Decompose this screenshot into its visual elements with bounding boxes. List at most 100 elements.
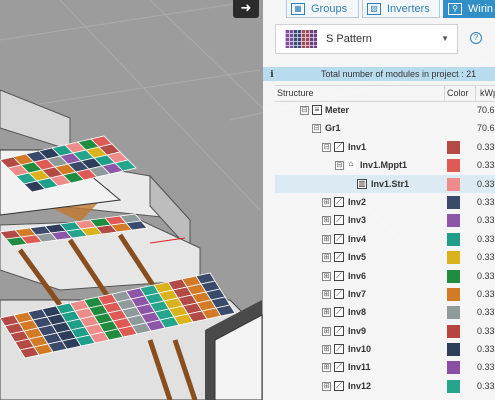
kwp-value: 0.33 — [477, 160, 495, 171]
color-swatch[interactable] — [447, 251, 460, 265]
collapse-icon[interactable]: ⊟ — [300, 106, 309, 115]
tree-label: Inv9 — [348, 325, 367, 336]
collapse-icon[interactable]: ⊟ — [322, 142, 331, 152]
kwp-value: 0.33 — [477, 178, 495, 189]
caret-down-icon: ▼ — [441, 34, 449, 43]
tree-row-string[interactable]: ▥ Inv1.Str1 0.33 — [275, 174, 495, 193]
collapse-icon[interactable]: ⊟ — [335, 161, 344, 171]
column-header-color[interactable]: Color — [447, 86, 469, 100]
tree-row-group[interactable]: ⊟ Gr1 70.6 — [275, 119, 495, 137]
collapse-icon[interactable]: ⊟ — [312, 124, 321, 134]
expand-icon[interactable]: ⊞ — [322, 289, 331, 299]
color-swatch[interactable] — [447, 177, 460, 191]
tree-row-inverter[interactable]: ⊞ ⟋ Inv4 0.33 — [275, 230, 495, 248]
kwp-value: 70.6 — [477, 105, 495, 115]
tree-row-mppt[interactable]: ⊟ ⌂ Inv1.Mppt1 0.33 — [275, 156, 495, 174]
kwp-value: 0.33 — [477, 141, 495, 152]
tree-row-inverter[interactable]: ⊞ ⟋ Inv12 0.33 — [275, 377, 495, 395]
tree-label: Inv7 — [348, 288, 367, 299]
color-swatch[interactable] — [447, 232, 460, 246]
expand-icon[interactable]: ⊞ — [322, 234, 331, 244]
tab-wiring[interactable]: ⚲ Wirin — [443, 0, 495, 18]
string-icon: ▥ — [357, 178, 367, 189]
panel-toggle-arrow-icon[interactable]: ➜ — [233, 0, 259, 18]
inverter-icon: ▨ — [367, 3, 381, 16]
info-icon: i — [270, 70, 274, 80]
kwp-value: 0.33 — [477, 233, 495, 244]
column-divider — [475, 86, 476, 101]
inverter-icon: ⟋ — [334, 270, 344, 281]
tree-label: Inv1.Str1 — [371, 178, 410, 189]
groups-icon: ▦ — [291, 3, 305, 16]
tree-label: Inv12 — [348, 380, 372, 391]
tree-label: Inv8 — [348, 307, 367, 318]
mppt-icon: ⌂ — [346, 160, 356, 171]
expand-icon[interactable]: ⊞ — [322, 363, 331, 373]
tree-label: Inv4 — [348, 233, 367, 244]
inverter-icon: ⟋ — [334, 233, 344, 244]
expand-icon[interactable]: ⊞ — [322, 381, 331, 391]
inverter-icon: ⟋ — [334, 380, 344, 391]
kwp-value: 0.33 — [477, 288, 495, 299]
tree-row-inverter[interactable]: ⊞ ⟋ Inv3 0.33 — [275, 211, 495, 229]
tab-groups-label: Groups — [311, 3, 348, 15]
color-swatch[interactable] — [447, 214, 460, 228]
tree-row-inverter[interactable]: ⊞ ⟋ Inv5 0.33 — [275, 248, 495, 266]
color-swatch[interactable] — [447, 140, 460, 154]
column-header-structure[interactable]: Structure — [277, 86, 314, 100]
color-swatch[interactable] — [447, 324, 460, 338]
inverter-icon: ⟋ — [334, 362, 344, 373]
tree-row-meter[interactable]: ⊟ ≡ Meter 70.6 — [275, 101, 495, 119]
inverter-icon: ⟋ — [334, 252, 344, 263]
color-swatch[interactable] — [447, 269, 460, 283]
tree-row-inverter[interactable]: ⊞ ⟋ Inv7 0.33 — [275, 285, 495, 303]
tab-inverters[interactable]: ▨ Inverters — [362, 0, 440, 18]
expand-icon[interactable]: ⊞ — [322, 308, 331, 318]
pattern-select-value: S Pattern — [326, 33, 372, 45]
tree-row-inverter[interactable]: ⊟ ⟋ Inv1 0.33 — [275, 138, 495, 156]
column-divider — [444, 86, 445, 101]
tree-label: Inv5 — [348, 252, 367, 263]
color-swatch[interactable] — [447, 343, 460, 357]
color-swatch[interactable] — [447, 195, 460, 209]
inverter-icon: ⟋ — [334, 215, 344, 226]
tree-row-inverter[interactable]: ⊞ ⟋ Inv6 0.33 — [275, 267, 495, 285]
kwp-value: 0.33 — [477, 325, 495, 336]
tree-label: Inv2 — [348, 196, 367, 207]
expand-icon[interactable]: ⊞ — [322, 271, 331, 281]
tab-wiring-label: Wirin — [468, 3, 494, 15]
kwp-value: 0.33 — [477, 307, 495, 318]
pattern-select[interactable]: S Pattern ▼ — [275, 24, 458, 54]
color-swatch[interactable] — [447, 287, 460, 301]
expand-icon[interactable]: ⊞ — [322, 216, 331, 226]
meter-icon: ≡ — [312, 105, 322, 115]
tree-label: Inv11 — [348, 362, 371, 373]
kwp-value: 0.33 — [477, 362, 495, 373]
color-swatch[interactable] — [447, 306, 460, 320]
help-icon[interactable]: ? — [470, 32, 482, 44]
inverter-icon: ⟋ — [334, 196, 344, 207]
color-swatch[interactable] — [447, 159, 460, 173]
module-count-text: Total number of modules in project : 21 — [321, 69, 477, 79]
tree-row-inverter[interactable]: ⊞ ⟋ Inv10 0.33 — [275, 340, 495, 358]
tree-row-inverter[interactable]: ⊞ ⟋ Inv2 0.33 — [275, 193, 495, 211]
tab-groups[interactable]: ▦ Groups — [286, 0, 359, 18]
tree-row-inverter[interactable]: ⊞ ⟋ Inv8 0.33 — [275, 303, 495, 321]
color-swatch[interactable] — [447, 379, 460, 393]
expand-icon[interactable]: ⊞ — [322, 253, 331, 263]
inverter-icon: ⟋ — [334, 307, 344, 318]
tree-row-inverter[interactable]: ⊞ ⟋ Inv9 0.33 — [275, 322, 495, 340]
expand-icon[interactable]: ⊞ — [322, 326, 331, 336]
inverter-icon: ⟋ — [334, 288, 344, 299]
kwp-value: 0.33 — [477, 270, 495, 281]
color-swatch[interactable] — [447, 361, 460, 375]
inverter-icon: ⟋ — [334, 325, 344, 336]
wiring-icon: ⚲ — [448, 3, 462, 16]
project-info-bar: i Total number of modules in project : 21 — [263, 67, 495, 81]
column-header-kwp[interactable]: kWp — [480, 86, 495, 100]
expand-icon[interactable]: ⊞ — [322, 345, 331, 355]
tree-row-inverter[interactable]: ⊞ ⟋ Inv11 0.33 — [275, 358, 495, 376]
kwp-value: 70.6 — [477, 123, 495, 134]
tree-label: Inv3 — [348, 215, 367, 226]
expand-icon[interactable]: ⊞ — [322, 197, 331, 207]
